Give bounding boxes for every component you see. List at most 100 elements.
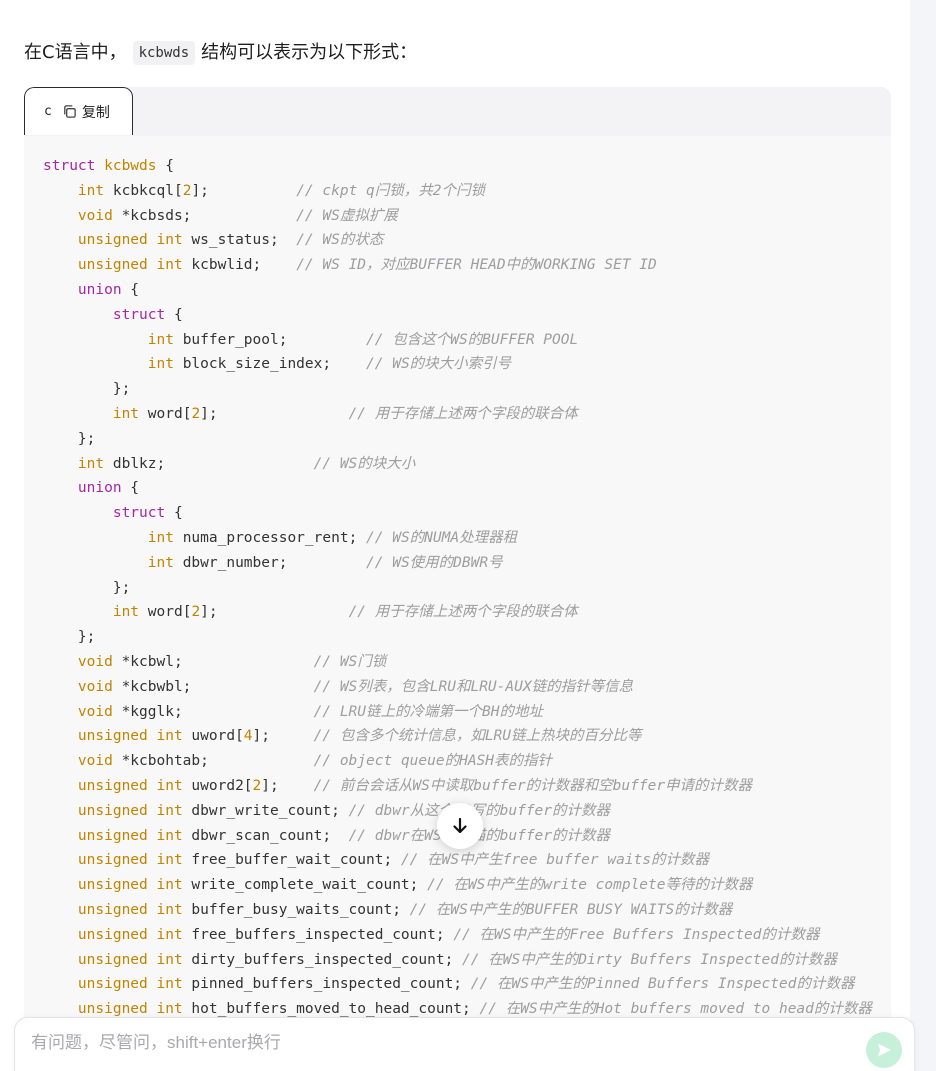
code-text: pinned_buffers_inspected_count; [182,976,471,993]
code-comment: // WS的块大小索引号 [366,356,512,373]
code-comment: // 在WS中产生的Dirty Buffers Inspected的计数器 [462,951,837,968]
code-text: dbwr_number; [173,554,367,571]
code-comment: // 前台会话从WS中读取buffer的计数器和空buffer申请的计数器 [313,777,753,794]
code-text: word[ [139,405,192,422]
code-type: void [77,653,113,670]
code-comment: // WS的状态 [296,232,384,249]
code-line: }; [43,377,891,402]
code-text: hot_buffers_moved_to_head_count; [182,1001,480,1018]
code-type: kcbwds [104,158,157,174]
code-text: ]; [252,728,314,745]
code-text: dblkz; [104,455,314,472]
code-keyword: struct [112,505,166,522]
code-line: int dblkz; // WS的块大小 [43,452,891,477]
code-number: 4 [243,728,253,745]
code-text: { [121,281,140,298]
code-text: { [156,158,174,174]
code-line: struct kcbwds { [43,154,891,179]
code-type: unsigned int [77,827,183,844]
code-line: struct { [43,501,891,526]
code-type: unsigned int [77,257,183,274]
code-comment: // WS门锁 [313,653,387,670]
code-text: free_buffer_wait_count; [182,852,401,869]
code-text: buffer_pool; [173,331,367,348]
code-type: unsigned int [77,877,183,894]
code-number: 2 [191,604,201,621]
code-type: int [77,182,105,199]
code-text: kcbkcql[ [104,182,183,199]
code-line: unsigned int uword[4]; // 包含多个统计信息，如LRU链… [43,724,891,749]
code-text: }; [43,629,96,646]
code-type: int [147,529,174,546]
code-tab[interactable]: c 复制 [24,87,133,135]
code-comment: // 在WS中产生free buffer waits的计数器 [400,852,709,869]
code-line: unsigned int uword2[2]; // 前台会话从WS中读取buf… [43,774,891,799]
code-line: void *kcbsds; // WS虚拟扩展 [43,204,891,229]
code-comment: // ckpt q闩锁，共2个闩锁 [296,182,485,199]
send-button[interactable] [866,1032,902,1068]
copy-button[interactable]: 复制 [62,102,110,122]
code-language-label: c [44,104,52,119]
copy-icon [63,105,76,118]
code-keyword: union [77,480,122,497]
code-type: unsigned int [77,777,183,794]
code-line: int buffer_pool; // 包含这个WS的BUFFER POOL [43,328,891,353]
intro-before: 在C语言中， [24,42,127,63]
code-comment: // 包含这个WS的BUFFER POOL [366,331,579,348]
chat-input[interactable] [31,1030,851,1056]
code-comment: // 用于存储上述两个字段的联合体 [348,405,578,422]
code-text: *kgglk; [112,703,314,720]
code-text: *kcbsds; [112,207,297,224]
code-line: void *kcbwbl; // WS列表，包含LRU和LRU-AUX链的指针等… [43,675,891,700]
code-line: int dbwr_number; // WS使用的DBWR号 [43,551,891,576]
code-type: unsigned int [77,901,183,918]
code-text: { [165,505,183,522]
code-text: ]; [261,777,314,794]
code-type: unsigned int [77,926,183,943]
code-text: numa_processor_rent; [173,529,367,546]
code-comment: // 在WS中产生的write complete等待的计数器 [427,877,753,894]
code-comment: // 在WS中产生的Free Buffers Inspected的计数器 [453,926,820,943]
code-line: unsigned int ws_status; // WS的状态 [43,228,891,253]
code-text: { [121,480,140,497]
code-type: void [77,207,113,224]
chat-message: 在C语言中， kcbwds 结构可以表示为以下形式： c 复制 struct kcb… [0,0,910,1071]
code-comment: // 用于存储上述两个字段的联合体 [348,604,578,621]
code-line: unsigned int write_complete_wait_count; … [43,873,891,898]
code-comment: // WS的NUMA处理器租 [366,529,518,546]
code-text: ]; [191,182,297,199]
code-text: { [165,306,183,323]
code-type: int [147,554,174,571]
code-type: unsigned int [77,232,183,249]
code-comment: // WS列表，包含LRU和LRU-AUX链的指针等信息 [313,678,634,695]
code-text: *kcbwl; [112,653,314,670]
code-content: struct kcbwds { int kcbkcql[ 2]; // ckpt … [24,136,891,1022]
code-comment: // WS的块大小 [313,455,416,472]
page: 在C语言中， kcbwds 结构可以表示为以下形式： c 复制 struct kcb… [0,0,936,1071]
code-text: uword2[ [182,777,253,794]
code-text: free_buffers_inspected_count; [182,926,454,943]
code-line: struct { [43,303,891,328]
code-keyword: struct [43,158,105,174]
code-tab-bar: c 复制 [24,87,891,136]
scroll-to-bottom-button[interactable] [437,803,483,849]
code-block: c 复制 struct kcbwds { int kcbkcql[ 2]; // … [24,87,891,1071]
code-line: }; [43,625,891,650]
